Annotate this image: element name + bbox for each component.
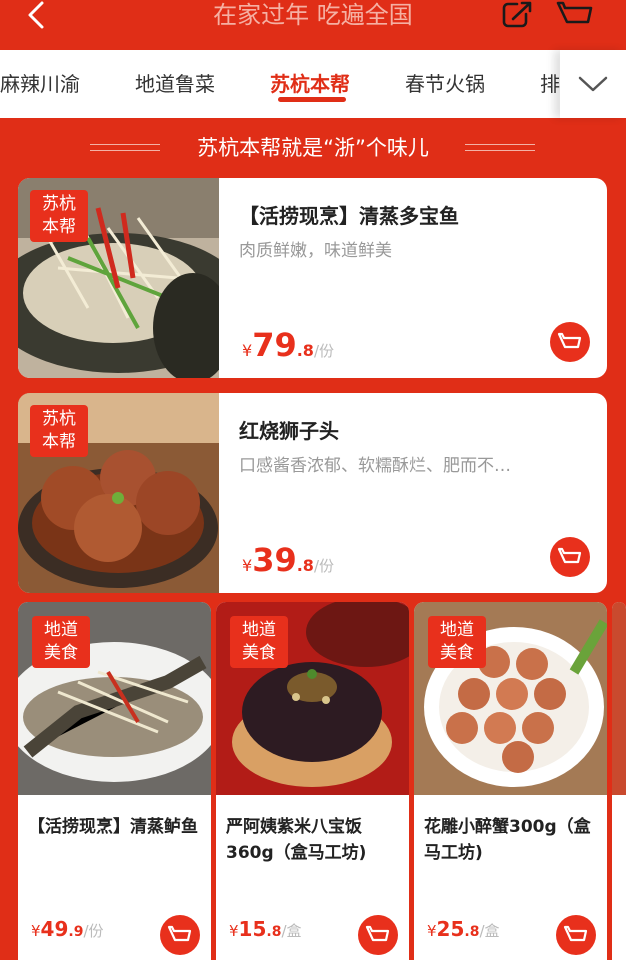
- cart-icon: [563, 925, 588, 942]
- product-image-partial[interactable]: [612, 602, 626, 795]
- cart-icon: [365, 925, 390, 942]
- product-card-drunken-crab[interactable]: 地道 美食 花雕小醉蟹300g（盒马工坊) ¥25.8/盒: [414, 602, 607, 960]
- tab-mala-chuanyu[interactable]: 麻辣川渝: [0, 71, 80, 97]
- product-price: ¥15.8/盒: [229, 917, 302, 941]
- product-card-eight-treasure-rice[interactable]: 地道 美食 严阿姨紫米八宝饭360g（盒马工坊) ¥15.8/盒: [216, 602, 409, 960]
- product-description: 肉质鲜嫩，味道鲜美: [239, 241, 392, 261]
- cart-icon: [557, 332, 582, 349]
- product-image-lions-head[interactable]: 苏杭 本帮: [18, 393, 219, 593]
- product-title: 严阿姨紫米八宝饭360g（盒马工坊): [226, 817, 367, 863]
- section-banner: 苏杭本帮就是“浙”个味儿: [0, 118, 626, 178]
- tab-didao-lucai[interactable]: 地道鲁菜: [135, 71, 215, 97]
- active-tab-indicator: [278, 97, 346, 102]
- banner-decoration-right: [465, 144, 535, 151]
- product-price: ¥39.8/份: [242, 541, 334, 579]
- product-card-turbot[interactable]: 苏杭 本帮 【活捞现烹】清蒸多宝鱼 肉质鲜嫩，味道鲜美 ¥79.8/份: [18, 178, 607, 378]
- add-to-cart-button[interactable]: [550, 537, 590, 577]
- category-badge: 地道 美食: [32, 616, 90, 668]
- category-tabs: 麻辣川渝 地道鲁菜 苏杭本帮 春节火锅 排: [0, 50, 626, 118]
- product-title: 【活捞现烹】清蒸多宝鱼: [239, 204, 459, 228]
- product-description: 口感酱香浓郁、软糯酥烂、肥而不…: [239, 456, 511, 476]
- add-to-cart-button[interactable]: [160, 915, 200, 955]
- product-price: ¥25.8/盒: [427, 917, 500, 941]
- product-image-drunken-crab[interactable]: 地道 美食: [414, 602, 607, 795]
- product-image-eight-treasure-rice[interactable]: 地道 美食: [216, 602, 409, 795]
- product-card-partial[interactable]: [612, 602, 626, 960]
- category-badge: 苏杭 本帮: [30, 405, 88, 457]
- product-title: 花雕小醉蟹300g（盒马工坊): [424, 817, 591, 863]
- tab-partial[interactable]: 排: [540, 71, 560, 97]
- product-title: 红烧狮子头: [239, 419, 339, 443]
- tab-suhang-benbang[interactable]: 苏杭本帮: [270, 71, 350, 97]
- chevron-down-icon: [578, 76, 608, 92]
- cart-icon: [167, 925, 192, 942]
- add-to-cart-button[interactable]: [358, 915, 398, 955]
- share-button[interactable]: [500, 0, 536, 34]
- category-badge: 苏杭 本帮: [30, 190, 88, 242]
- product-card-perch[interactable]: 地道 美食 【活捞现烹】清蒸鲈鱼 ¥49.9/份: [18, 602, 211, 960]
- cart-button[interactable]: [555, 0, 595, 34]
- product-image-turbot[interactable]: 苏杭 本帮: [18, 178, 219, 378]
- category-badge: 地道 美食: [230, 616, 288, 668]
- share-icon: [502, 1, 532, 28]
- add-to-cart-button[interactable]: [556, 915, 596, 955]
- product-card-lions-head[interactable]: 苏杭 本帮 红烧狮子头 口感酱香浓郁、软糯酥烂、肥而不… ¥39.8/份: [18, 393, 607, 593]
- cart-icon: [557, 547, 582, 564]
- product-price: ¥79.8/份: [242, 326, 334, 364]
- product-price: ¥49.9/份: [31, 917, 104, 941]
- header-bar: 在家过年 吃遍全国: [0, 0, 626, 50]
- tab-chunjie-huoguo[interactable]: 春节火锅: [405, 71, 485, 97]
- product-image-perch[interactable]: 地道 美食: [18, 602, 211, 795]
- cart-icon: [556, 1, 593, 24]
- category-badge: 地道 美食: [428, 616, 486, 668]
- more-tabs-button[interactable]: [560, 50, 626, 118]
- add-to-cart-button[interactable]: [550, 322, 590, 362]
- product-title: 【活捞现烹】清蒸鲈鱼: [28, 817, 198, 837]
